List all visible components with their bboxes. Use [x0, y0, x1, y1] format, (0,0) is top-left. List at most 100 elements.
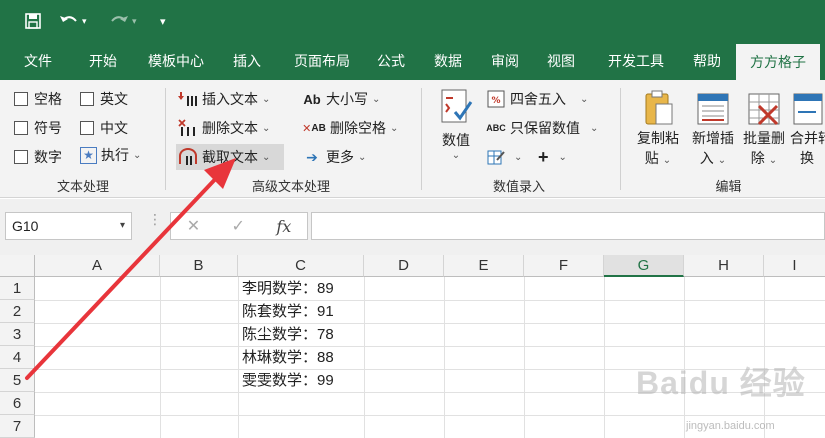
redo-icon[interactable]: ▾ — [108, 9, 137, 33]
round-button[interactable]: % 四舍五入 ⌄ — [486, 88, 588, 110]
more-label: 更多 — [326, 149, 354, 165]
merge-convert-label-2: 换 — [800, 150, 814, 166]
group-label-advanced: 高级文本处理 — [251, 179, 330, 194]
cell-c2[interactable]: 陈套数学：91 — [242, 300, 334, 323]
case-button[interactable]: Ab 大小写 ⌄ — [302, 88, 380, 110]
tab-fangfanggezi[interactable]: 方方格子 — [736, 44, 820, 80]
tab-view[interactable]: 视图 — [538, 42, 584, 80]
chevron-down-icon: ⌄ — [133, 149, 142, 161]
enter-icon[interactable]: ✓ — [232, 216, 245, 236]
number-button[interactable]: 数值 ⌄ — [436, 88, 476, 161]
chevron-down-icon[interactable]: ▾ — [120, 213, 125, 239]
formula-bar-dots: ⋮ — [148, 211, 162, 227]
delete-text-button[interactable]: 删除文本 ⌄ — [178, 117, 270, 139]
checkbox-label: 空格 — [34, 91, 62, 107]
ribbon: 空格 英文 符号 中文 数字 ★ 执行 ⌄ 文本处理 插入文本 ⌄ 删除文本 ⌄ 截取… — [0, 80, 825, 198]
keep-values-label: 只保留数值 — [510, 120, 580, 136]
checkbox-label: 英文 — [100, 91, 128, 107]
chevron-down-icon: ⌄ — [451, 150, 461, 161]
chevron-down-icon: ⌄ — [580, 93, 589, 105]
tab-formulas[interactable]: 公式 — [368, 42, 414, 80]
copy-paste-label-1: 复制粘 — [637, 130, 679, 146]
keep-values-button[interactable]: ABC 只保留数值 ⌄ — [486, 117, 598, 139]
cell-c3[interactable]: 陈尘数学：78 — [242, 323, 334, 346]
tab-developer[interactable]: 开发工具 — [594, 42, 678, 80]
checkbox-symbol[interactable]: 符号 — [14, 118, 62, 138]
chevron-down-icon: ⌄ — [372, 93, 381, 105]
checkbox-english[interactable]: 英文 — [80, 89, 128, 109]
tab-home[interactable]: 开始 — [76, 42, 130, 80]
tab-file[interactable]: 文件 — [14, 42, 62, 80]
spreadsheet-grid[interactable]: A B C D E F G H I 1 2 3 4 5 6 7 李明数学：89 … — [0, 255, 825, 438]
add-insert-label-2: 入 — [699, 150, 714, 166]
column-header-f[interactable]: F — [524, 255, 604, 277]
row-header-5[interactable]: 5 — [0, 369, 35, 392]
clipboard-icon — [642, 88, 674, 128]
tab-data[interactable]: 数据 — [424, 42, 472, 80]
undo-icon[interactable]: ▾ — [58, 9, 87, 33]
column-header-h[interactable]: H — [684, 255, 764, 277]
tab-review[interactable]: 审阅 — [482, 42, 528, 80]
chevron-down-icon: ⌄ — [514, 151, 523, 163]
checkbox-box[interactable] — [80, 92, 94, 106]
column-header-e[interactable]: E — [444, 255, 524, 277]
column-header-b[interactable]: B — [160, 255, 238, 277]
row-header-2[interactable]: 2 — [0, 300, 35, 323]
chevron-down-icon: ⌄ — [390, 122, 399, 134]
edit-table-button[interactable]: ⌄ — [486, 146, 522, 168]
row-header-4[interactable]: 4 — [0, 346, 35, 369]
column-header-d[interactable]: D — [364, 255, 444, 277]
merge-convert-button[interactable]: 合并转 换 — [790, 88, 825, 168]
tab-help[interactable]: 帮助 — [684, 42, 730, 80]
checkbox-number[interactable]: 数字 — [14, 147, 62, 167]
grid-line — [604, 277, 605, 438]
case-label: 大小写 — [326, 91, 368, 107]
tab-page-layout[interactable]: 页面布局 — [282, 42, 362, 80]
group-label-edit: 编辑 — [715, 179, 742, 194]
insert-text-button[interactable]: 插入文本 ⌄ — [178, 88, 270, 110]
column-header-g[interactable]: G — [604, 255, 684, 277]
save-icon[interactable] — [24, 9, 42, 33]
checkbox-chinese[interactable]: 中文 — [80, 118, 128, 138]
merge-convert-label-1: 合并转 — [790, 130, 825, 146]
checkbox-box[interactable] — [14, 150, 28, 164]
row-header-3[interactable]: 3 — [0, 323, 35, 346]
execute-button[interactable]: ★ 执行 ⌄ — [80, 144, 141, 166]
tab-insert[interactable]: 插入 — [222, 42, 272, 80]
checkbox-box[interactable] — [80, 121, 94, 135]
chevron-down-icon: ⌄ — [768, 155, 778, 166]
star-icon: ★ — [80, 146, 97, 164]
plus-button[interactable]: + ⌄ — [538, 146, 567, 168]
row-header-6[interactable]: 6 — [0, 392, 35, 415]
row-header-7[interactable]: 7 — [0, 415, 35, 438]
insert-function-icon[interactable]: fx — [276, 217, 291, 236]
cell-c4[interactable]: 林琳数学：88 — [242, 346, 334, 369]
delete-space-button[interactable]: ✕ AB 删除空格 ⌄ — [302, 117, 398, 139]
column-header-i[interactable]: I — [764, 255, 825, 277]
more-button[interactable]: ➔ 更多 ⌄ — [302, 146, 366, 168]
column-header-a[interactable]: A — [35, 255, 160, 277]
customize-quick-access-icon[interactable]: ▾ — [160, 9, 166, 33]
formula-input[interactable] — [311, 212, 825, 240]
name-box[interactable]: G10 ▾ — [5, 212, 132, 240]
cell-c1[interactable]: 李明数学：89 — [242, 277, 334, 300]
checkbox-space[interactable]: 空格 — [14, 89, 62, 109]
select-all-corner[interactable] — [0, 255, 35, 277]
row-header-1[interactable]: 1 — [0, 277, 35, 300]
checkbox-box[interactable] — [14, 121, 28, 135]
column-header-c[interactable]: C — [238, 255, 364, 277]
chevron-down-icon: ⌄ — [590, 122, 599, 134]
copy-paste-button[interactable]: 复制粘 贴 ⌄ — [632, 88, 684, 168]
grid-line — [35, 415, 825, 416]
checkbox-label: 数字 — [34, 149, 62, 165]
cancel-icon[interactable]: ✕ — [187, 216, 200, 236]
insert-text-icon — [178, 90, 198, 108]
cell-c5[interactable]: 雯雯数学：99 — [242, 369, 334, 392]
add-insert-button[interactable]: 新增插 入 ⌄ — [688, 88, 738, 168]
batch-delete-icon — [747, 88, 781, 128]
group-label-number: 数值录入 — [492, 179, 545, 194]
batch-delete-button[interactable]: 批量删 除 ⌄ — [740, 88, 788, 168]
tab-templates[interactable]: 模板中心 — [138, 42, 214, 80]
checkbox-box[interactable] — [14, 92, 28, 106]
extract-text-button[interactable]: 截取文本 ⌄ — [176, 144, 285, 170]
